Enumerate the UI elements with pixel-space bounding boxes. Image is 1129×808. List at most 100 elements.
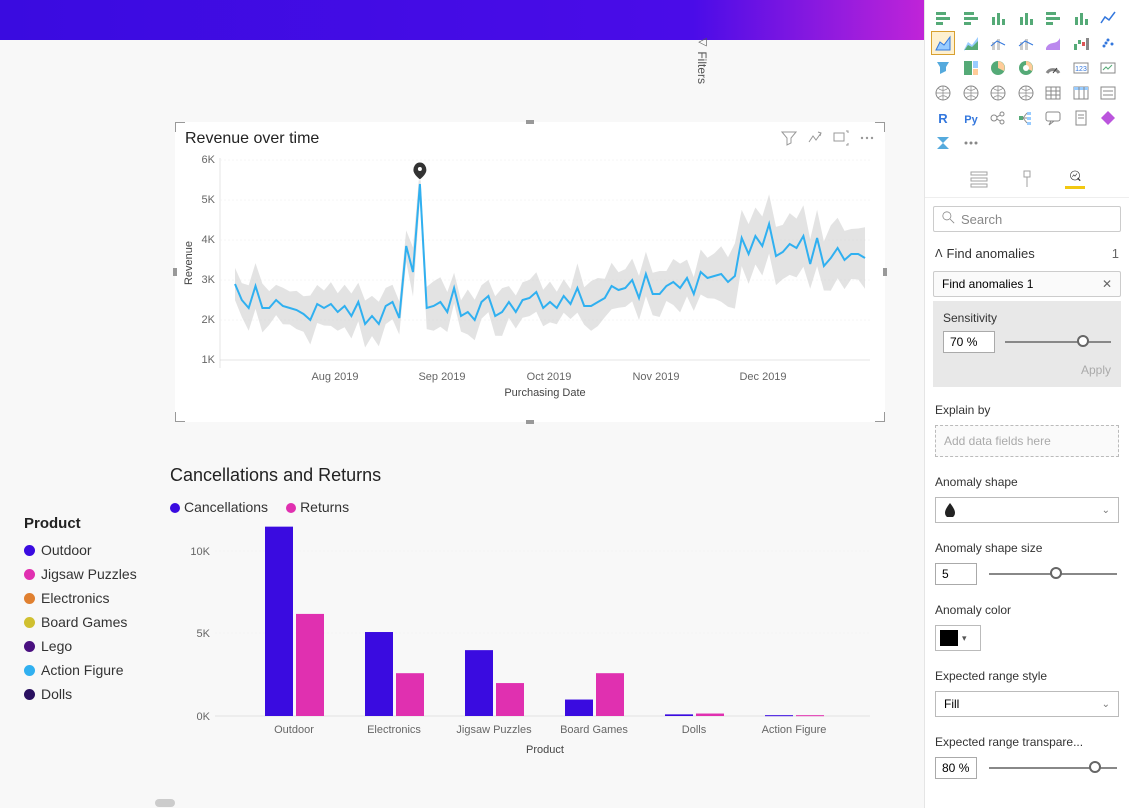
slicer-item[interactable]: Jigsaw Puzzles — [24, 562, 164, 586]
bar[interactable] — [596, 673, 624, 716]
slicer-item[interactable]: Dolls — [24, 682, 164, 706]
viz-kpi[interactable] — [1096, 56, 1120, 80]
viz-line-stacked[interactable] — [1014, 31, 1038, 55]
viz-stacked-bar[interactable] — [931, 6, 955, 30]
resize-handle[interactable] — [875, 122, 885, 132]
shape-size-input[interactable]: 5 — [935, 563, 977, 585]
viz-qa[interactable] — [1041, 106, 1065, 130]
legend-dot — [24, 641, 35, 652]
viz-matrix[interactable] — [1069, 81, 1093, 105]
legend-label[interactable]: Returns — [300, 499, 349, 515]
viz-stacked-column-100[interactable] — [1069, 6, 1093, 30]
revenue-line-chart-visual[interactable]: Revenue over time 1K 2K 3K 4K 5K 6K — [175, 122, 885, 422]
fields-tab-icon[interactable] — [969, 169, 989, 189]
slicer-item[interactable]: Lego — [24, 634, 164, 658]
filters-pane-tab[interactable]: ◁ Filters — [690, 30, 714, 89]
product-slicer[interactable]: Product OutdoorJigsaw PuzzlesElectronics… — [24, 515, 164, 706]
viz-line[interactable] — [1096, 6, 1120, 30]
viz-get-more[interactable] — [959, 131, 983, 155]
close-icon[interactable]: ✕ — [1094, 277, 1112, 291]
bar[interactable] — [665, 714, 693, 716]
transparency-slider[interactable] — [989, 767, 1117, 769]
resize-handle[interactable] — [526, 120, 534, 124]
viz-r-visual[interactable]: R — [931, 106, 955, 130]
viz-donut[interactable] — [1014, 56, 1038, 80]
viz-stacked-bar-100[interactable] — [1041, 6, 1065, 30]
legend-dot — [24, 593, 35, 604]
shape-size-slider[interactable] — [989, 573, 1117, 575]
viz-line-clustered[interactable] — [986, 31, 1010, 55]
expected-range-transparency-label: Expected range transpare... — [935, 735, 1119, 749]
bar[interactable] — [696, 714, 724, 716]
filter-icon[interactable] — [781, 130, 797, 146]
viz-blank[interactable] — [986, 131, 1010, 155]
sensitivity-value-input[interactable]: 70 % — [943, 331, 995, 353]
viz-scatter[interactable] — [1096, 31, 1120, 55]
anomaly-instance-chip[interactable]: Find anomalies 1 ✕ — [933, 271, 1121, 297]
anomaly-color-label: Anomaly color — [935, 603, 1119, 617]
bar[interactable] — [265, 527, 293, 716]
viz-azure-map[interactable] — [1014, 81, 1038, 105]
apply-button[interactable]: Apply — [943, 363, 1111, 377]
format-tab-icon[interactable] — [1017, 169, 1037, 189]
legend-label[interactable]: Cancellations — [184, 499, 268, 515]
viz-clustered-bar[interactable] — [959, 6, 983, 30]
spotlight-icon[interactable] — [807, 130, 823, 146]
cancellations-bar-chart-visual[interactable]: Cancellations and Returns Cancellations … — [170, 460, 890, 770]
anomaly-color-picker[interactable]: ▾ — [935, 625, 981, 651]
bar[interactable] — [796, 715, 824, 716]
viz-treemap[interactable] — [959, 56, 983, 80]
viz-gauge[interactable] — [1041, 56, 1065, 80]
slicer-item[interactable]: Electronics — [24, 586, 164, 610]
viz-card[interactable]: 123 — [1069, 56, 1093, 80]
viz-area[interactable] — [931, 31, 955, 55]
analytics-tab-icon[interactable] — [1065, 169, 1085, 189]
report-canvas[interactable]: ◁ Filters Revenue over time 1K 2K 3K 4K … — [0, 0, 924, 808]
viz-power-apps[interactable] — [1096, 106, 1120, 130]
resize-handle[interactable] — [175, 412, 185, 422]
viz-stacked-area[interactable] — [959, 31, 983, 55]
sensitivity-slider[interactable] — [1005, 341, 1111, 343]
bar[interactable] — [765, 715, 793, 716]
viz-shape-map[interactable] — [986, 81, 1010, 105]
viz-table[interactable] — [1041, 81, 1065, 105]
bar[interactable] — [496, 683, 524, 716]
horizontal-scrollbar[interactable] — [155, 799, 175, 807]
slicer-item[interactable]: Outdoor — [24, 538, 164, 562]
viz-clustered-column[interactable] — [1014, 6, 1038, 30]
viz-ribbon[interactable] — [1041, 31, 1065, 55]
viz-key-influencers[interactable] — [986, 106, 1010, 130]
resize-handle[interactable] — [883, 268, 887, 276]
anomaly-shape-dropdown[interactable]: ⌄ — [935, 497, 1119, 523]
anomaly-marker-icon[interactable] — [413, 162, 427, 180]
bar[interactable] — [465, 650, 493, 716]
slicer-item[interactable]: Action Figure — [24, 658, 164, 682]
resize-handle[interactable] — [173, 268, 177, 276]
bar[interactable] — [365, 632, 393, 716]
focus-mode-icon[interactable] — [833, 130, 849, 146]
resize-handle[interactable] — [175, 122, 185, 132]
viz-pie[interactable] — [986, 56, 1010, 80]
explain-by-field-well[interactable]: Add data fields here — [935, 425, 1119, 457]
viz-python-visual[interactable]: Py — [959, 106, 983, 130]
viz-power-automate[interactable] — [931, 131, 955, 155]
resize-handle[interactable] — [875, 412, 885, 422]
viz-stacked-column[interactable] — [986, 6, 1010, 30]
search-input[interactable]: Search — [933, 206, 1121, 232]
viz-filled-map[interactable] — [959, 81, 983, 105]
viz-funnel[interactable] — [931, 56, 955, 80]
bar[interactable] — [396, 673, 424, 716]
transparency-value-input[interactable]: 80 % — [935, 757, 977, 779]
more-options-icon[interactable] — [859, 130, 875, 146]
find-anomalies-section-header[interactable]: ᐱ Find anomalies 1 — [925, 240, 1129, 267]
resize-handle[interactable] — [526, 420, 534, 424]
bar[interactable] — [565, 700, 593, 716]
viz-paginated[interactable] — [1069, 106, 1093, 130]
viz-slicer[interactable] — [1096, 81, 1120, 105]
bar[interactable] — [296, 614, 324, 716]
viz-decomposition[interactable] — [1014, 106, 1038, 130]
slicer-item[interactable]: Board Games — [24, 610, 164, 634]
viz-map[interactable] — [931, 81, 955, 105]
expected-range-style-dropdown[interactable]: Fill ⌄ — [935, 691, 1119, 717]
viz-waterfall[interactable] — [1069, 31, 1093, 55]
